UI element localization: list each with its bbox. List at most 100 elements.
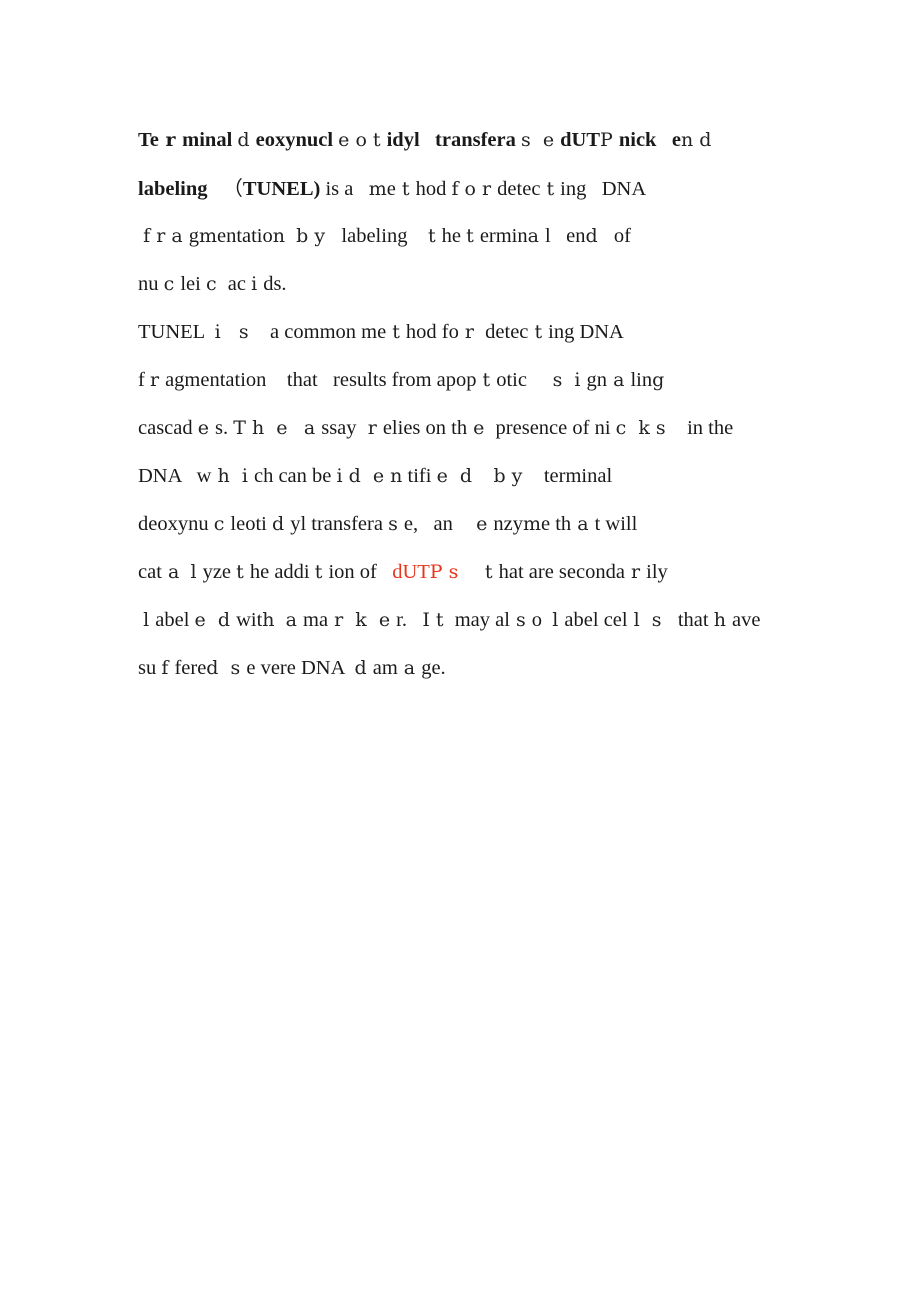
text-run xyxy=(294,417,304,439)
text-run: DNA xyxy=(138,465,197,487)
text-run: n xyxy=(272,225,292,247)
text-run: transfera xyxy=(435,129,521,151)
text-run: ion of xyxy=(328,561,388,583)
text-run: terminal xyxy=(528,465,613,487)
text-run: i s xyxy=(214,321,255,343)
text-run: I t xyxy=(422,609,450,631)
text-run: ma xyxy=(303,609,329,631)
text-run: t xyxy=(236,561,250,583)
text-run: lin xyxy=(630,369,653,391)
text-run: m xyxy=(522,513,542,535)
text-line: f r agmentation that results from apop t… xyxy=(138,356,798,404)
text-run: t will xyxy=(594,513,638,535)
text-run: e xyxy=(386,178,396,200)
text-run: d s xyxy=(206,657,247,679)
text-run: he addi xyxy=(249,561,315,583)
text-run xyxy=(208,178,223,200)
text-run: ch can be xyxy=(253,465,337,487)
text-run: t xyxy=(466,225,480,247)
text-run: e xyxy=(467,417,491,439)
text-run: s e xyxy=(521,129,561,151)
text-run: T h e xyxy=(233,417,294,439)
text-run: d xyxy=(237,129,256,151)
text-line: nu c lei c ac i ds. xyxy=(138,260,798,308)
text-run: he xyxy=(441,225,467,247)
text-run xyxy=(464,561,485,583)
text-line: DNA w h i ch can be i d e n tifi e d b y… xyxy=(138,452,798,500)
text-run: a xyxy=(397,657,422,679)
text-run: cascad xyxy=(138,417,198,439)
text-run: t xyxy=(540,178,561,200)
text-run: wit xyxy=(236,609,263,631)
text-run: dUT xyxy=(560,129,601,151)
text-run: en xyxy=(550,225,586,247)
text-run: TUNEL xyxy=(242,178,314,200)
text-run: i xyxy=(251,273,264,295)
text-run: ily xyxy=(646,561,668,583)
text-run: tifi xyxy=(402,465,437,487)
text-run: eoxynucl xyxy=(255,129,339,151)
text-run: b y xyxy=(493,465,529,487)
text-run: ing DNA xyxy=(548,321,624,343)
text-run: ing DNA xyxy=(560,178,647,200)
text-run: su xyxy=(138,657,162,679)
text-run: e th xyxy=(541,513,572,535)
text-line: labeling （TUNEL) is a me t hod f o r det… xyxy=(138,164,798,212)
text-run: t xyxy=(395,178,416,200)
text-run: r xyxy=(361,417,383,439)
text-run: n xyxy=(390,465,403,487)
text-run: h xyxy=(713,609,732,631)
text-run: gn xyxy=(586,369,608,391)
text-run: deoxynu xyxy=(138,513,214,535)
text-line: l abel e d with a ma r k e r. I t may al… xyxy=(138,596,798,644)
text-run: b y xyxy=(296,225,332,247)
text-run: l xyxy=(552,609,565,631)
text-line: TUNEL i s a common me t hod fo r detec t… xyxy=(138,308,798,356)
text-run: yze xyxy=(202,561,237,583)
text-run: r xyxy=(624,561,647,583)
text-run: m xyxy=(368,178,387,200)
text-run: l xyxy=(190,561,203,583)
text-run: detec xyxy=(497,178,541,200)
text-run: a xyxy=(527,225,546,247)
text-run xyxy=(656,129,671,151)
text-run: d xyxy=(585,225,604,247)
text-run: nu xyxy=(138,273,164,295)
text-run: r xyxy=(458,321,481,343)
text-run: ermin xyxy=(479,225,528,247)
text-run: in the xyxy=(671,417,734,439)
text-run: a xyxy=(161,561,186,583)
text-run: abel cel xyxy=(564,609,628,631)
text-run: may al xyxy=(449,609,510,631)
text-run: hod xyxy=(415,178,452,200)
text-run: that xyxy=(667,609,714,631)
text-run: c xyxy=(205,273,223,295)
text-run: is a xyxy=(320,178,369,200)
text-run: ssay xyxy=(321,417,362,439)
text-run: vere DNA xyxy=(260,657,355,679)
text-run: minal xyxy=(182,129,238,151)
text-run: am xyxy=(372,657,398,679)
text-run: labeling xyxy=(138,178,208,200)
text-run: P xyxy=(600,129,619,151)
text-run: e xyxy=(671,129,681,151)
text-run: r xyxy=(149,369,166,391)
text-run: s xyxy=(388,513,404,535)
text-run: agmentation that results from apop xyxy=(165,369,477,391)
text-run: f xyxy=(138,369,150,391)
text-run: r. xyxy=(396,609,423,631)
text-run: elies on th xyxy=(382,417,468,439)
text-run: e, an xyxy=(403,513,458,535)
text-run: e xyxy=(246,657,261,679)
text-run: ac xyxy=(222,273,252,295)
text-run: presence of ni xyxy=(490,417,616,439)
text-line: Te r minal d eoxynucl e o t idyl transfe… xyxy=(138,116,798,164)
text-run: TUNEL xyxy=(138,321,215,343)
text-line: f r a gmentation b y labeling t he t erm… xyxy=(138,212,798,260)
text-run: l s xyxy=(627,609,668,631)
text-run xyxy=(420,129,435,151)
text-run: nick xyxy=(618,129,657,151)
text-run: of xyxy=(603,225,631,247)
text-run: e d xyxy=(194,609,237,631)
text-run: e xyxy=(457,513,494,535)
